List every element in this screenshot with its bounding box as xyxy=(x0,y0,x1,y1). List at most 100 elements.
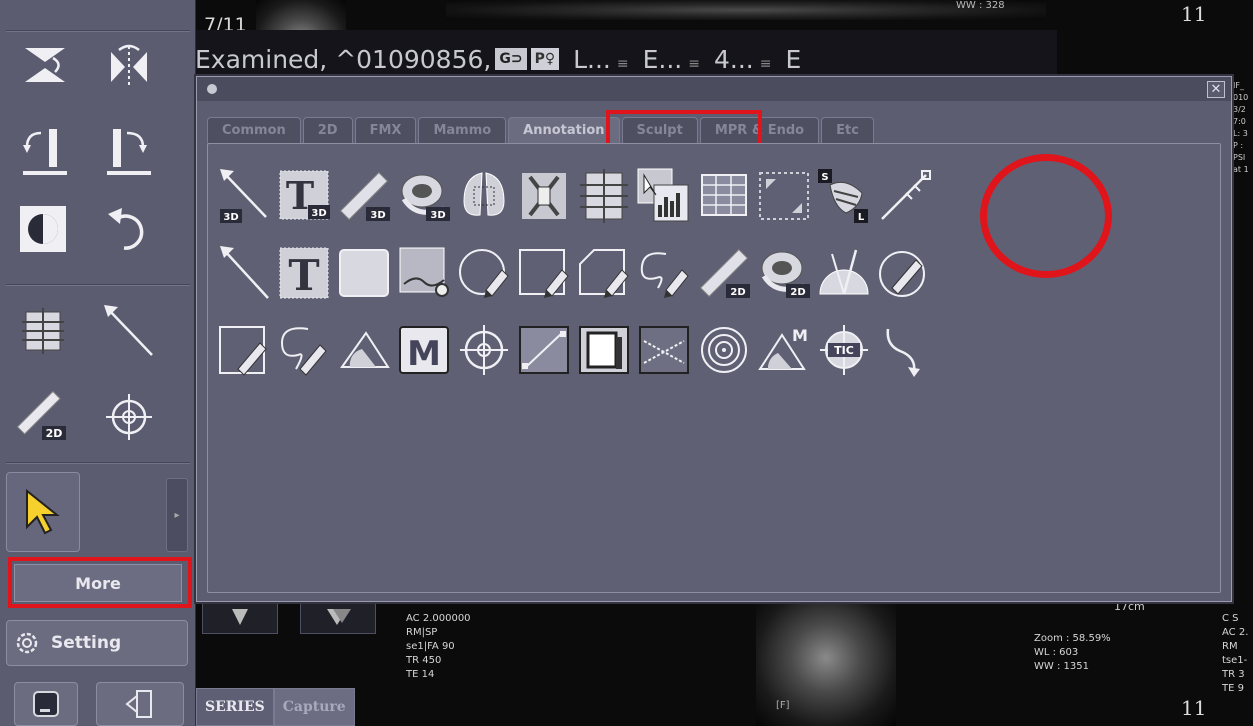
angle-icon[interactable] xyxy=(336,318,392,382)
reset-icon[interactable] xyxy=(100,202,158,256)
square-edit-icon[interactable] xyxy=(216,318,272,382)
patient-info-icon[interactable]: P♀ xyxy=(530,48,560,70)
svg-text:S: S xyxy=(821,172,828,183)
tab-annotation[interactable]: Annotation xyxy=(508,117,620,143)
svg-text:M: M xyxy=(792,326,808,345)
freehand-pen-icon[interactable] xyxy=(636,241,692,305)
crosshair-icon[interactable] xyxy=(456,318,512,382)
spine-roi-icon[interactable] xyxy=(516,164,572,228)
square-pen-icon[interactable] xyxy=(516,241,572,305)
left-toolbar: 2D ▸ More Setting xyxy=(0,0,196,726)
svg-text:T: T xyxy=(288,251,319,300)
pointer-tool-button[interactable] xyxy=(6,472,80,552)
spine-label-highlight-circle xyxy=(980,154,1112,278)
text-icon[interactable]: T xyxy=(276,241,332,305)
table-grid-icon[interactable] xyxy=(696,164,752,228)
ruler-3d-icon[interactable]: 3D xyxy=(336,164,392,228)
layout-dropdown-2[interactable]: E... ≡ xyxy=(643,45,700,74)
spine-label-sl-icon[interactable]: SL xyxy=(816,164,872,228)
svg-text:3D: 3D xyxy=(223,212,238,223)
svg-text:TIC: TIC xyxy=(834,344,854,357)
dotted-box-icon[interactable] xyxy=(756,164,812,228)
ellipse-edit-icon[interactable] xyxy=(876,241,932,305)
line-3d-icon[interactable]: 3D xyxy=(216,164,272,228)
protractor-icon[interactable] xyxy=(816,241,872,305)
histogram-icon[interactable] xyxy=(396,241,452,305)
crosshair-icon[interactable] xyxy=(100,390,158,444)
invert-icon[interactable] xyxy=(14,202,72,256)
dialog-close-button[interactable]: ✕ xyxy=(1207,81,1225,98)
tic-target-icon[interactable]: TIC xyxy=(816,318,872,382)
dicom-info-right: Zoom : 58.59% WL : 603 WW : 1351 xyxy=(1034,633,1111,672)
diagonal-box-icon[interactable] xyxy=(516,318,572,382)
annotation-tool-grid: 3D T 3D 3D 3D SL T 2D 2D M M TIC xyxy=(216,164,936,395)
tape-2d-icon[interactable]: 2D xyxy=(756,241,812,305)
angle-m-icon[interactable]: M xyxy=(756,318,812,382)
rotate-right-icon[interactable] xyxy=(100,124,158,178)
dialog-titlebar[interactable] xyxy=(197,77,1231,101)
ruler-2d-icon[interactable]: 2D xyxy=(14,390,72,444)
circle-pen-icon[interactable] xyxy=(456,241,512,305)
tab-capture[interactable]: Capture xyxy=(273,688,355,726)
volume-chart-icon[interactable] xyxy=(636,164,692,228)
flip-horizontal-icon[interactable] xyxy=(100,38,158,92)
toolbar-divider xyxy=(6,30,190,32)
svg-text:L: L xyxy=(858,212,865,223)
text-3d-icon[interactable]: T 3D xyxy=(276,164,332,228)
line-icon[interactable] xyxy=(100,304,158,358)
spine-grid-icon[interactable] xyxy=(576,164,632,228)
tab-mammo[interactable]: Mammo xyxy=(418,117,507,143)
minimize-button[interactable] xyxy=(14,682,78,726)
sync-icon[interactable]: G⊃ xyxy=(495,48,527,70)
svg-text:3D: 3D xyxy=(370,210,385,221)
setting-label: Setting xyxy=(51,633,122,653)
flip-vertical-icon[interactable] xyxy=(16,38,74,92)
exit-button[interactable] xyxy=(96,682,184,726)
polygon-pen-icon[interactable] xyxy=(576,241,632,305)
more-button-highlight xyxy=(8,557,192,608)
tool-row-1: 3D T 3D 3D 3D SL xyxy=(216,164,936,228)
curve-arrow-icon[interactable] xyxy=(876,318,932,382)
slice-number-bottom: 11 xyxy=(1181,696,1207,720)
expand-panel-tab[interactable]: ▸ xyxy=(166,478,188,552)
lung-roi-icon[interactable] xyxy=(456,164,512,228)
angled-ruler-icon[interactable] xyxy=(876,164,932,228)
series-header: Examined, ^01090856, G⊃ P♀ L... ≡ E... ≡ 4… xyxy=(195,38,801,80)
line-icon[interactable] xyxy=(216,241,272,305)
tab-fmx[interactable]: FMX xyxy=(354,117,417,143)
dicom-info-left: AC 2.000000 RM|SP se1|FA 90 TR 450 TE 14 xyxy=(406,613,471,680)
svg-text:M: M xyxy=(407,334,441,374)
tab-common[interactable]: Common xyxy=(207,117,301,143)
ww-top-label: WW : 328 xyxy=(956,0,1005,11)
tab-etc[interactable]: Etc xyxy=(821,117,874,143)
layout-dropdown-3[interactable]: 4... ≡ xyxy=(714,45,771,74)
rectangle-fill-icon[interactable] xyxy=(336,241,392,305)
svg-text:3D: 3D xyxy=(430,210,445,221)
orientation-marker: [F] xyxy=(776,700,790,711)
concentric-circles-icon[interactable] xyxy=(696,318,752,382)
dialog-tab-bar: Common 2D FMX Mammo Annotation Sculpt MP… xyxy=(207,117,876,143)
spine-grid-icon[interactable] xyxy=(14,304,72,358)
tool-row-2: T 2D 2D xyxy=(216,241,936,305)
layout-dropdown-1[interactable]: L... ≡ xyxy=(573,45,629,74)
series-thumbnail[interactable] xyxy=(300,600,376,634)
cobb-angle-icon[interactable] xyxy=(636,318,692,382)
tab-series[interactable]: SERIES xyxy=(196,688,274,726)
series-thumbnail[interactable] xyxy=(202,600,278,634)
exit-door-icon xyxy=(125,690,152,718)
tab-2d[interactable]: 2D xyxy=(302,117,353,143)
frame-image-icon[interactable] xyxy=(576,318,632,382)
layout-dropdown-4[interactable]: E xyxy=(785,45,801,74)
tool-row-3: M M TIC xyxy=(216,318,936,382)
minimize-icon xyxy=(33,691,59,717)
m-marker-icon[interactable]: M xyxy=(396,318,452,382)
gear-icon xyxy=(16,632,38,654)
freehand-edit-icon[interactable] xyxy=(276,318,332,382)
setting-button[interactable]: Setting xyxy=(6,620,188,666)
slice-number-top: 11 xyxy=(1181,2,1207,26)
ruler-2d-icon[interactable]: 2D xyxy=(696,241,752,305)
tape-3d-icon[interactable]: 3D xyxy=(396,164,452,228)
toolbar-divider xyxy=(6,462,190,464)
rotate-left-icon[interactable] xyxy=(16,124,74,178)
series-tab-bar: SERIES Capture xyxy=(196,688,355,726)
